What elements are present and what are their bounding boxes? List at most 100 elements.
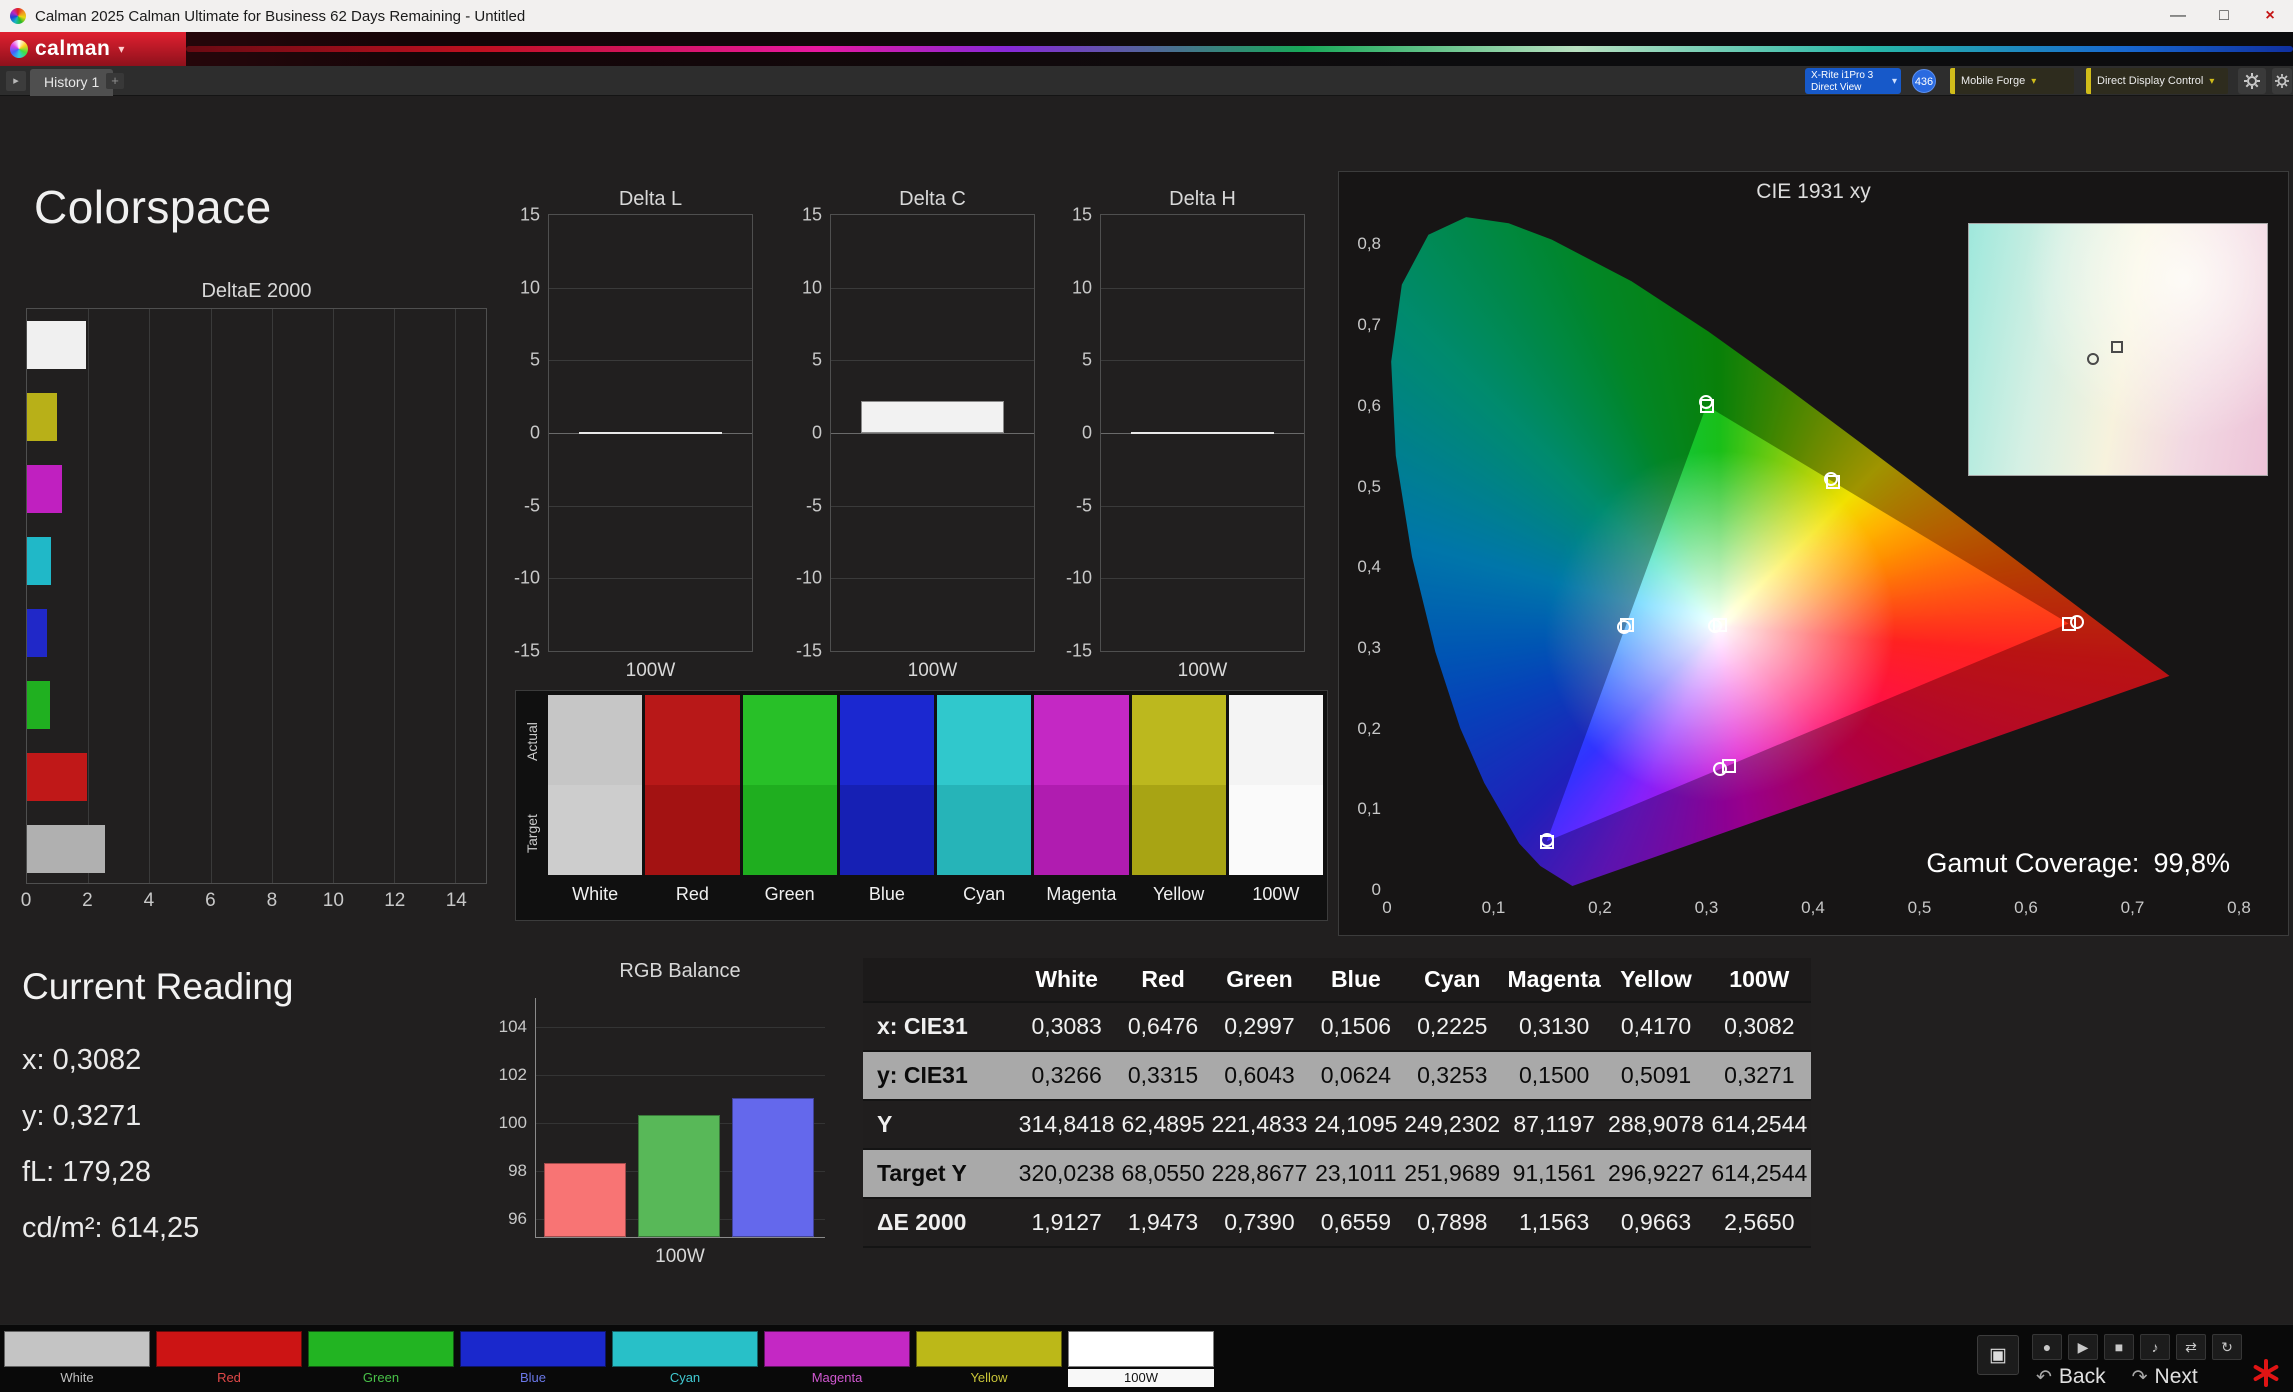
play-icon[interactable]: ▶ — [2068, 1334, 2098, 1360]
menubar: calman ▾ — [0, 32, 2293, 66]
table-cell: 0,3130 — [1503, 1002, 1605, 1051]
actual-swatch — [1228, 695, 1323, 785]
patch-yellow: Yellow — [1131, 695, 1226, 916]
column-header: 100W — [1707, 958, 1811, 1002]
next-button[interactable]: ↷ Next — [2132, 1365, 2198, 1389]
y-tick-label: 0 — [529, 422, 540, 443]
table-cell: 0,9663 — [1604, 1198, 1708, 1247]
audio-icon[interactable]: ♪ — [2140, 1334, 2170, 1360]
display-pattern-button[interactable]: ▣ — [1977, 1335, 2019, 1375]
refresh-icon[interactable]: ↻ — [2212, 1334, 2242, 1360]
x-tick-label: 0,2 — [1588, 898, 1612, 917]
y-tick-label: -15 — [1065, 640, 1092, 661]
transport-buttons: ● ▶ ■ ♪ ⇄ ↻ — [2032, 1334, 2242, 1360]
reading-cdm2: cd/m²: 614,25 — [22, 1212, 200, 1244]
column-header: Cyan — [1400, 958, 1504, 1002]
maximize-button[interactable]: □ — [2201, 0, 2247, 32]
patch-cyan: Cyan — [937, 695, 1032, 916]
patch-button-100w[interactable]: 100W — [1068, 1331, 1214, 1387]
delta-bar — [1131, 432, 1274, 434]
inset-target-marker — [2111, 341, 2124, 354]
y-tick-label: 100 — [498, 1112, 527, 1132]
loop-icon[interactable]: ⇄ — [2176, 1334, 2206, 1360]
table-cell: 0,6559 — [1311, 1198, 1401, 1247]
patch-button-white[interactable]: White — [4, 1331, 150, 1387]
delta-bar — [861, 401, 1004, 433]
y-tick-label: 15 — [519, 204, 540, 225]
gridline — [549, 505, 752, 507]
nav-buttons: ↶ Back ↷ Next — [2036, 1365, 2198, 1389]
calman-app: Calman 2025 Calman Ultimate for Business… — [0, 0, 2293, 1392]
table-cell: 62,4895 — [1118, 1100, 1208, 1149]
close-button[interactable]: × — [2247, 0, 2293, 32]
table-row: x: CIE31 0,3083 0,6476 0,2997 0,1506 0,2225 0,… — [863, 1002, 1811, 1051]
table-row: Y 314,8418 62,4895 221,4833 24,1095 249,2302 8… — [863, 1100, 1811, 1149]
back-button[interactable]: ↶ Back — [2036, 1365, 2106, 1389]
tab-history-1[interactable]: History 1 — [30, 69, 114, 96]
record-icon[interactable]: ● — [2032, 1334, 2062, 1360]
gridline — [831, 287, 1034, 289]
swatch-strip-row-labels: Actual Target — [520, 695, 548, 916]
gridline — [1101, 505, 1304, 507]
patch-button-cyan[interactable]: Cyan — [612, 1331, 758, 1387]
table-cell: 0,6476 — [1118, 1002, 1208, 1051]
calman-menu-button[interactable]: calman ▾ — [0, 32, 186, 66]
chart-title: Delta H — [1169, 188, 1236, 210]
table-cell: 1,9473 — [1118, 1198, 1208, 1247]
tab-scroll-button[interactable]: ▸ — [6, 71, 26, 91]
patch-button-magenta[interactable]: Magenta — [764, 1331, 910, 1387]
y-tick-label: -10 — [1065, 567, 1092, 588]
tabstrip: ▸ History 1 + X-Rite i1Pro 3 Direct View… — [0, 66, 2293, 96]
table-row: ΔE 2000 1,9127 1,9473 0,7390 0,6559 0,7898 1,1… — [863, 1198, 1811, 1247]
settings-button[interactable] — [2238, 68, 2266, 94]
column-header: Green — [1207, 958, 1312, 1002]
stop-icon[interactable]: ■ — [2104, 1334, 2134, 1360]
patch-button-yellow[interactable]: Yellow — [916, 1331, 1062, 1387]
minimize-button[interactable]: — — [2155, 0, 2201, 32]
meter-button[interactable]: X-Rite i1Pro 3 Direct View ▾ — [1805, 68, 1901, 94]
patch-button-red[interactable]: Red — [156, 1331, 302, 1387]
y-tick-label: -5 — [1075, 495, 1092, 516]
patch-color — [764, 1331, 910, 1367]
table-cell: 249,2302 — [1400, 1100, 1504, 1149]
table-cell: 0,2225 — [1400, 1002, 1504, 1051]
y-tick-label: 10 — [801, 277, 822, 298]
meter-line1: X-Rite i1Pro 3 — [1811, 70, 1874, 81]
gridline — [1101, 287, 1304, 289]
y-tick-label: 0,2 — [1357, 718, 1381, 738]
gridline — [536, 1026, 825, 1028]
add-tab-button[interactable]: + — [106, 73, 124, 89]
delta-chart-delta-h: Delta H 15 10 5 0 -5 -10 -15 100W — [1066, 188, 1305, 682]
bottombar: White Red Green Blue Cyan Magenta Yellow 100W ▣… — [0, 1324, 2293, 1392]
patch-button-green[interactable]: Green — [308, 1331, 454, 1387]
patch-button-blue[interactable]: Blue — [460, 1331, 606, 1387]
options-button[interactable] — [2272, 68, 2292, 94]
y-tick-label: -10 — [513, 567, 540, 588]
workflow-alert-icon[interactable] — [2252, 1359, 2280, 1387]
delta-chart-delta-c: Delta C 15 10 5 0 -5 -10 -15 100W — [796, 188, 1035, 682]
patch-button-label: Blue — [519, 1370, 547, 1385]
gamut-coverage-label: Gamut Coverage: — [1926, 848, 2140, 878]
y-tick-label: 10 — [1071, 277, 1092, 298]
table-cell: 0,3271 — [1707, 1051, 1811, 1100]
actual-swatch — [548, 695, 643, 785]
table-cell: 1,1563 — [1503, 1198, 1605, 1247]
swatch-strip: Actual Target White Red Green Blue Cyan Magen… — [515, 690, 1328, 921]
x-tick-label: 2 — [82, 890, 93, 911]
gridline — [831, 578, 1034, 580]
display-control-button[interactable]: Direct Display Control ▾ — [2086, 68, 2228, 94]
y-tick-label: 0,3 — [1357, 637, 1381, 657]
table-cell: 0,6043 — [1207, 1051, 1312, 1100]
patch-color — [916, 1331, 1062, 1367]
gridline — [549, 578, 752, 580]
deltae-bar-white — [27, 321, 86, 369]
table-cell: 0,3083 — [1015, 1002, 1119, 1051]
current-reading: Current Reading x: 0,3082 y: 0,3271 fL: … — [22, 966, 452, 1256]
target-swatch — [742, 785, 837, 875]
pattern-source-button[interactable]: Mobile Forge ▾ — [1950, 68, 2074, 94]
x-tick-label: 14 — [445, 890, 467, 911]
target-swatch — [1228, 785, 1323, 875]
y-tick-label: -10 — [795, 567, 822, 588]
patch-button-label: Yellow — [970, 1370, 1008, 1385]
reading-y: y: 0,3271 — [22, 1100, 142, 1132]
